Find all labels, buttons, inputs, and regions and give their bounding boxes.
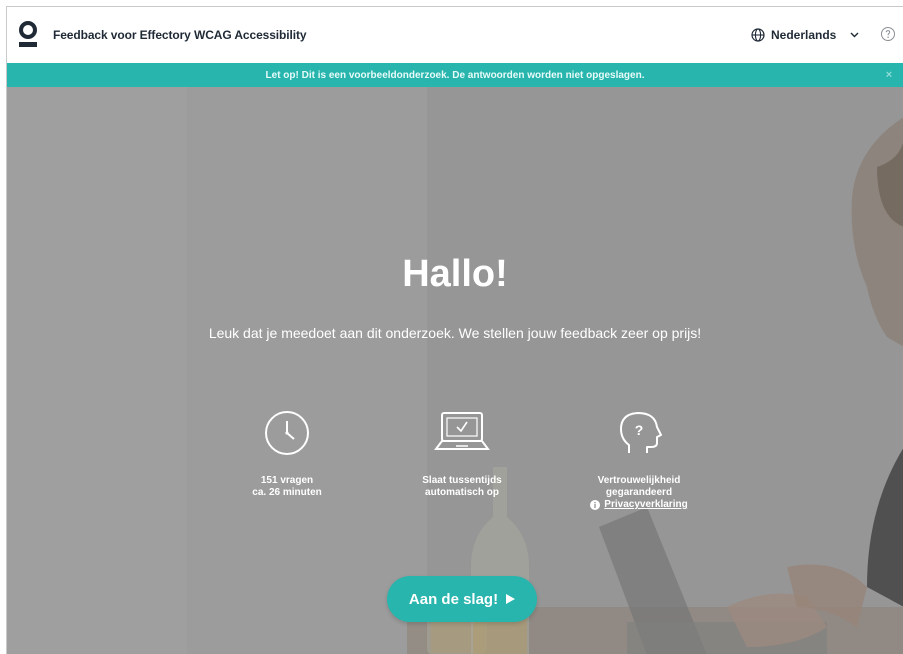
feature-line: Vertrouwelijkheid [597, 475, 681, 486]
clock-icon [265, 411, 309, 455]
language-selector[interactable]: Nederlands [751, 25, 859, 45]
feature-line: ca. 26 minuten [252, 487, 322, 498]
banner-text: Let op! Dit is een voorbeeldonderzoek. D… [265, 69, 645, 81]
privacy-link[interactable]: Privacyverklaring [590, 499, 688, 511]
play-icon [506, 594, 516, 604]
privacy-link-label: Privacyverklaring [604, 499, 688, 510]
welcome-heading: Hallo! [402, 253, 508, 295]
top-header: Feedback voor Effectory WCAG Accessibili… [7, 7, 903, 63]
background-photo [7, 87, 903, 654]
start-button[interactable]: Aan de slag! [387, 576, 537, 622]
svg-text:?: ? [635, 422, 644, 438]
demo-notice-banner: Let op! Dit is een voorbeeldonderzoek. D… [7, 63, 903, 87]
globe-icon [751, 28, 765, 42]
laptop-check-icon [434, 412, 490, 450]
app-frame: Feedback voor Effectory WCAG Accessibili… [6, 6, 903, 654]
feature-autosave: Slaat tussentijds automatisch op [392, 409, 532, 499]
help-icon[interactable] [880, 26, 896, 42]
feature-confidentiality: ? Vertrouwelijkheid gegarandeerd Privacy… [569, 409, 709, 514]
start-button-label: Aan de slag! [408, 590, 499, 608]
chevron-down-icon [850, 32, 859, 38]
feature-line: 151 vragen [260, 475, 314, 486]
head-question-icon: ? [620, 412, 662, 453]
effectory-logo-icon [19, 21, 37, 47]
close-icon[interactable]: × [883, 69, 895, 81]
feature-duration: 151 vragen ca. 26 minuten [217, 409, 357, 499]
feature-line: gegarandeerd [605, 487, 673, 498]
feature-line: Slaat tussentijds [422, 475, 502, 486]
page-title: Feedback voor Effectory WCAG Accessibili… [53, 28, 307, 42]
language-label: Nederlands [771, 28, 837, 42]
welcome-hero: Hallo! Leuk dat je meedoet aan dit onder… [7, 87, 903, 654]
feature-line: automatisch op [425, 487, 499, 498]
info-icon [590, 500, 601, 510]
welcome-subtitle: Leuk dat je meedoet aan dit onderzoek. W… [208, 325, 702, 341]
